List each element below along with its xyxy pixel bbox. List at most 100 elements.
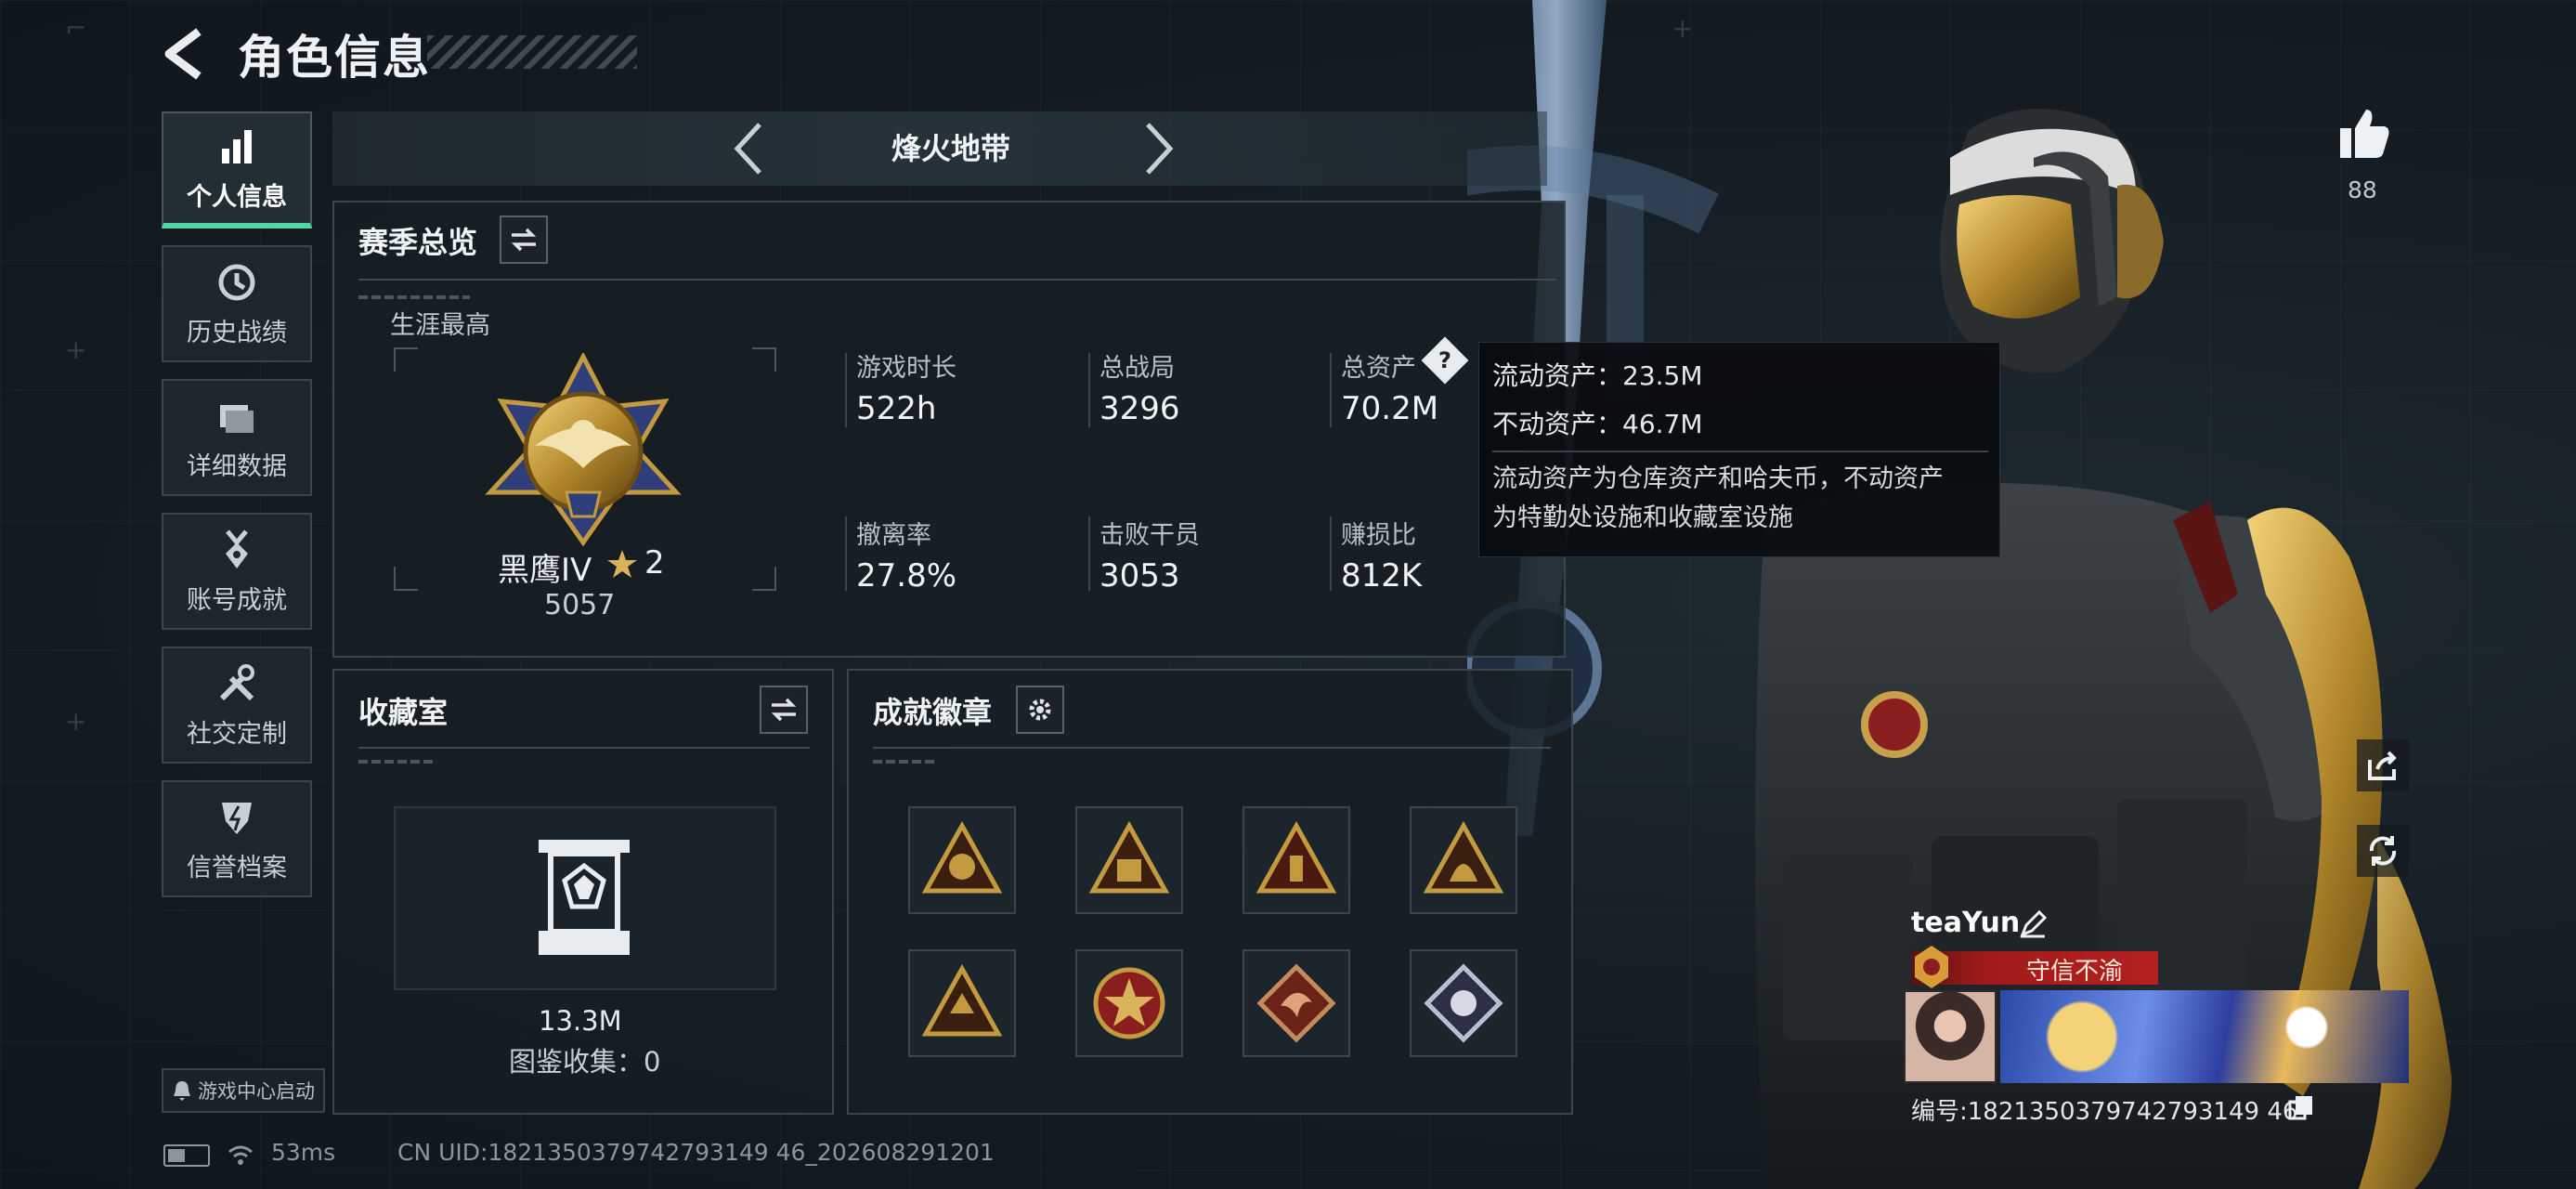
display-case-icon	[539, 840, 630, 955]
rank-star-level: 2	[644, 544, 665, 581]
achievement-badge[interactable]	[1242, 949, 1350, 1057]
history-icon	[218, 264, 255, 300]
sidebar-item-social[interactable]: 社交定制	[162, 647, 312, 764]
sidebar-item-history[interactable]: 历史战绩	[162, 245, 312, 362]
page-title: 角色信息	[238, 31, 431, 85]
achievement-badge[interactable]	[908, 806, 1016, 914]
achievements-title: 成就徽章	[873, 695, 993, 730]
wifi-icon	[228, 1145, 253, 1165]
sidebar-item-reputation[interactable]: 信誉档案	[162, 780, 312, 897]
sidebar-item-label: 信誉档案	[187, 853, 287, 882]
bg-cross-mark: +	[65, 706, 87, 737]
divider	[845, 353, 847, 427]
achievement-badge[interactable]	[1075, 806, 1183, 914]
achievement-badge[interactable]	[1410, 806, 1517, 914]
player-id: 编号:1821350379742793149 46	[1911, 1098, 2298, 1126]
sidebar-item-achievements[interactable]: 账号成就	[162, 513, 312, 630]
badge-triangle-icon	[1255, 820, 1337, 894]
question-icon: ?	[1438, 346, 1451, 373]
collection-switch-button[interactable]	[760, 686, 808, 734]
shield-icon	[222, 802, 252, 834]
decoration	[873, 760, 938, 764]
divider	[358, 279, 1556, 281]
share-icon	[2368, 751, 2397, 780]
achievement-badge[interactable]	[908, 949, 1016, 1057]
stat-value-operators-defeated: 3053	[1099, 557, 1180, 594]
refresh-icon	[2369, 836, 2397, 866]
badge-diamond-icon	[1424, 963, 1503, 1043]
edit-name-button[interactable]	[2019, 910, 2047, 938]
mode-next-button[interactable]	[1140, 119, 1177, 178]
divider	[1492, 451, 1988, 452]
achievements-settings-button[interactable]	[1016, 686, 1064, 734]
stat-label-extraction-rate: 撤离率	[856, 521, 931, 550]
game-center-button[interactable]: 游戏中心启动	[162, 1068, 325, 1113]
sidebar-item-label: 历史战绩	[187, 318, 287, 347]
ping-readout: 53ms	[271, 1139, 336, 1166]
medal-icon	[226, 529, 248, 568]
decoration	[358, 760, 433, 764]
rank-score: 5057	[544, 589, 616, 621]
divider	[873, 747, 1551, 749]
tooltip-liquid-assets: 流动资产：23.5M	[1492, 360, 1703, 391]
sidebar-item-label: 账号成就	[187, 585, 287, 615]
divider	[1088, 353, 1090, 427]
stat-value-playtime: 522h	[856, 390, 937, 427]
back-button[interactable]	[162, 28, 204, 80]
badge-triangle-icon	[1088, 820, 1170, 894]
sidebar-item-label: 详细数据	[187, 451, 287, 481]
folder-icon	[220, 404, 254, 433]
tooltip-description-line1: 流动资产为仓库资产和哈夫币，不动资产	[1492, 464, 1944, 493]
sidebar-item-personal-info[interactable]: 个人信息	[162, 111, 312, 229]
share-button[interactable]	[2357, 739, 2409, 791]
badge-triangle-icon	[1423, 820, 1504, 894]
mode-title: 烽火地带	[891, 131, 1011, 166]
season-overview-title: 赛季总览	[358, 225, 478, 260]
game-center-label: 游戏中心启动	[198, 1080, 315, 1103]
mode-prev-button[interactable]	[730, 119, 767, 178]
stat-label-total-assets: 总资产	[1341, 354, 1416, 383]
season-switch-button[interactable]	[500, 216, 548, 264]
swap-icon	[511, 228, 537, 252]
stat-value-total-assets: 70.2M	[1341, 390, 1439, 427]
collection-title: 收藏室	[358, 695, 449, 730]
achievement-badge[interactable]	[1410, 949, 1517, 1057]
collection-value: 13.3M	[539, 1005, 622, 1037]
stat-value-extraction-rate: 27.8%	[856, 557, 957, 594]
badge-triangle-icon	[921, 963, 1003, 1037]
stat-value-matches: 3296	[1099, 390, 1180, 427]
tooltip-fixed-assets: 不动资产：46.7M	[1492, 409, 1703, 439]
star-icon	[607, 550, 637, 578]
title-emblem-icon	[1915, 946, 1948, 988]
stat-label-matches: 总战局	[1099, 354, 1175, 383]
player-title-text: 守信不渝	[2026, 958, 2124, 986]
collection-count: 图鉴收集：0	[509, 1046, 661, 1078]
bell-icon	[174, 1081, 190, 1101]
stat-label-profit-ratio: 赚损比	[1341, 521, 1416, 550]
achievement-badge[interactable]	[1242, 806, 1350, 914]
assets-tooltip: 流动资产：23.5M 不动资产：46.7M 流动资产为仓库资产和哈夫币，不动资产…	[1478, 342, 2000, 557]
divider	[358, 747, 810, 749]
badge-star-icon	[1093, 967, 1165, 1039]
divider	[1330, 516, 1332, 591]
like-button[interactable]	[2335, 104, 2392, 162]
battery-icon	[163, 1144, 210, 1167]
achievement-badge[interactable]	[1075, 949, 1183, 1057]
copy-button[interactable]	[2288, 1094, 2314, 1120]
gear-icon	[1029, 699, 1051, 721]
sidebar-item-label: 社交定制	[187, 719, 287, 749]
avatar[interactable]	[1904, 990, 1997, 1083]
bar-chart-icon	[222, 129, 252, 163]
player-name: teaYun	[1911, 907, 2021, 939]
stat-value-profit-ratio: 812K	[1341, 557, 1423, 594]
bg-corner-mark: ⌐	[65, 13, 87, 44]
tools-icon	[219, 663, 254, 700]
rank-name: 黑鹰IV	[498, 552, 592, 589]
divider	[845, 516, 847, 591]
sidebar-item-detailed-data[interactable]: 详细数据	[162, 379, 312, 496]
badge-triangle-icon	[921, 820, 1003, 894]
refresh-button[interactable]	[2357, 825, 2409, 877]
stat-label-playtime: 游戏时长	[856, 354, 956, 383]
sidebar-item-label: 个人信息	[187, 182, 287, 212]
divider	[1330, 353, 1332, 427]
